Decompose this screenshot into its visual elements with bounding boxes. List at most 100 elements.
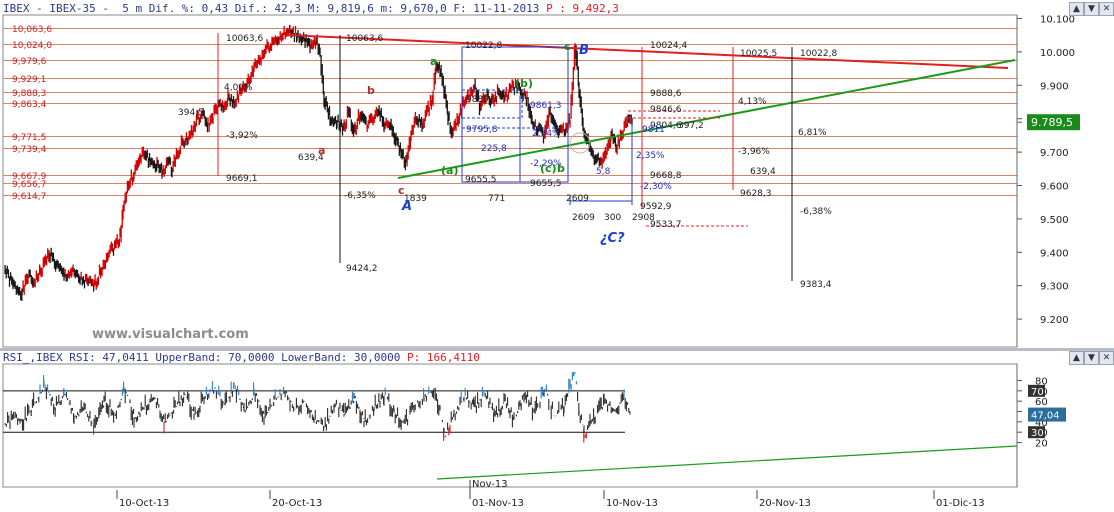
main-header-price: P : 9,492,3	[546, 2, 619, 15]
price-annotation: 639,4	[750, 167, 776, 177]
date-axis-label: 01-Nov-13	[472, 498, 524, 509]
price-axis-label: 10.100	[1040, 15, 1075, 26]
price-annotation: A	[401, 199, 412, 214]
price-annotation: 9,739,4	[12, 145, 47, 155]
price-annotation: 9889,5	[466, 95, 498, 105]
rsi-value-tag-label: 47,04	[1031, 411, 1060, 422]
watermark: www.visualchart.com	[92, 327, 249, 342]
date-axis-label: 10-Nov-13	[606, 498, 658, 509]
date-axis-label: Nov-13	[472, 479, 508, 490]
price-annotation: 394,5	[178, 108, 204, 118]
price-annotation: 9669,1	[226, 174, 258, 184]
rsi-scroll-up-button[interactable]: ▲	[1069, 351, 1084, 365]
price-axis-label: 9.900	[1040, 81, 1069, 92]
price-annotation: 9795,8	[466, 125, 498, 135]
scroll-down-button[interactable]: ▼	[1084, 2, 1099, 16]
rsi-header: RSI_,IBEX RSI: 47,0411 UpperBand: 70,000…	[3, 351, 480, 364]
price-annotation: 9,888,3	[12, 89, 46, 99]
price-annotation: 300	[604, 213, 621, 223]
price-axis-label: 10.000	[1040, 48, 1075, 59]
price-annotation: 4,13%	[738, 97, 767, 107]
price-annotation: 9424,2	[346, 264, 378, 274]
rsi-band-tag-label: 30	[1031, 428, 1044, 439]
rsi-band-tag-label: 70	[1031, 387, 1044, 398]
price-annotation: (b)	[515, 77, 533, 90]
scroll-up-button[interactable]: ▲	[1069, 2, 1084, 16]
price-annotation: 9888,6	[650, 89, 682, 99]
price-annotation: -3,92%	[226, 131, 258, 141]
price-annotation: 10022,8	[800, 49, 837, 59]
price-annotation: 397,2	[678, 121, 704, 131]
price-annotation: a	[318, 144, 325, 157]
price-annotation: 9592,9	[640, 202, 672, 212]
price-annotation: -6,38%	[800, 207, 832, 217]
rsi-header-value: P: 166,4110	[406, 351, 480, 364]
price-annotation: 9861,3	[530, 101, 562, 111]
chart-svg[interactable]: 10.10010.0009.9009.8009.7009.6009.5009.4…	[0, 0, 1114, 512]
price-annotation: 6,81%	[798, 128, 827, 138]
price-annotation: 10025,5	[740, 49, 777, 59]
price-annotation: -2,30%	[640, 182, 672, 192]
price-annotation: 10022,8	[465, 41, 502, 51]
price-annotation: 10063,6	[346, 34, 383, 44]
price-annotation: 2,34%	[532, 129, 561, 139]
price-annotation: 9383,4	[800, 280, 832, 290]
rsi-axis-label: 20	[1035, 439, 1048, 450]
price-annotation: 225,8	[481, 144, 507, 154]
price-annotation: 2,35%	[636, 151, 665, 161]
price-annotation: 9811	[642, 125, 665, 135]
price-annotation: (c)	[540, 162, 557, 175]
price-annotation: 9655,5	[465, 175, 497, 185]
rsi-axis-label: 60	[1035, 397, 1048, 408]
last-price-label: 9.789,5	[1031, 116, 1073, 129]
date-axis-label: 01-Dic-13	[936, 498, 985, 509]
price-annotation: 4,00%	[224, 83, 253, 93]
rsi-close-panel-button[interactable]: ✕	[1099, 351, 1114, 365]
price-annotation: B	[579, 43, 589, 58]
price-annotation: 10,024,0	[12, 41, 52, 51]
price-annotation: c	[564, 40, 571, 53]
close-panel-button[interactable]: ✕	[1099, 2, 1114, 16]
price-axis-label: 9.600	[1040, 182, 1069, 193]
price-axis-label: 9.500	[1040, 215, 1069, 226]
price-annotation: ii	[625, 114, 633, 127]
rsi-panel-frame	[2, 363, 1018, 488]
price-annotation: 9846,6	[650, 105, 682, 115]
price-annotation: (a)	[441, 164, 458, 177]
price-axis-label: 9.300	[1040, 282, 1069, 293]
main-header-text: IBEX - IBEX-35 - 5 m Dif. %: 0,43 Dif.: …	[3, 2, 547, 15]
price-panel-frame	[2, 14, 1018, 348]
price-annotation: -3,96%	[738, 147, 770, 157]
price-annotation: 771	[488, 194, 505, 204]
price-annotation: 2609	[566, 194, 589, 204]
chart-window: 10.10010.0009.9009.8009.7009.6009.5009.4…	[0, 0, 1114, 512]
price-annotation: 9628,3	[740, 189, 772, 199]
price-axis-label: 9.700	[1040, 148, 1069, 159]
price-annotation: 5,8	[596, 167, 611, 177]
price-annotation: 9,929,1	[12, 75, 46, 85]
rsi-scroll-down-button[interactable]: ▼	[1084, 351, 1099, 365]
price-annotation: 9,771,5	[12, 133, 46, 143]
date-axis-label: 10-Oct-13	[119, 498, 169, 509]
price-annotation: a	[430, 55, 437, 68]
price-annotation: ¿C?	[600, 231, 625, 246]
price-annotation: b	[557, 162, 565, 175]
price-annotation: 9,656,7	[12, 180, 46, 190]
price-axis-label: 9.400	[1040, 248, 1069, 259]
price-annotation: 9655,5	[530, 179, 562, 189]
price-annotation: 10063,6	[226, 34, 263, 44]
rsi-header-text: RSI_,IBEX RSI: 47,0411 UpperBand: 70,000…	[3, 351, 407, 364]
price-annotation: 10,063,6	[12, 25, 52, 35]
price-axis-label: 9.200	[1040, 315, 1069, 326]
main-header: IBEX - IBEX-35 - 5 m Dif. %: 0,43 Dif.: …	[3, 2, 619, 15]
price-annotation: 2609	[572, 213, 595, 223]
price-annotation: 9,979,6	[12, 57, 47, 67]
price-annotation: 9,614,7	[12, 192, 46, 202]
price-annotation: -6,35%	[344, 191, 376, 201]
price-annotation: 10024,4	[650, 41, 687, 51]
price-annotation: b	[367, 84, 375, 97]
date-axis-label: 20-Oct-13	[272, 498, 322, 509]
price-annotation: c	[398, 184, 405, 197]
price-annotation: 9668,8	[650, 171, 682, 181]
date-axis-label: 20-Nov-13	[759, 498, 811, 509]
